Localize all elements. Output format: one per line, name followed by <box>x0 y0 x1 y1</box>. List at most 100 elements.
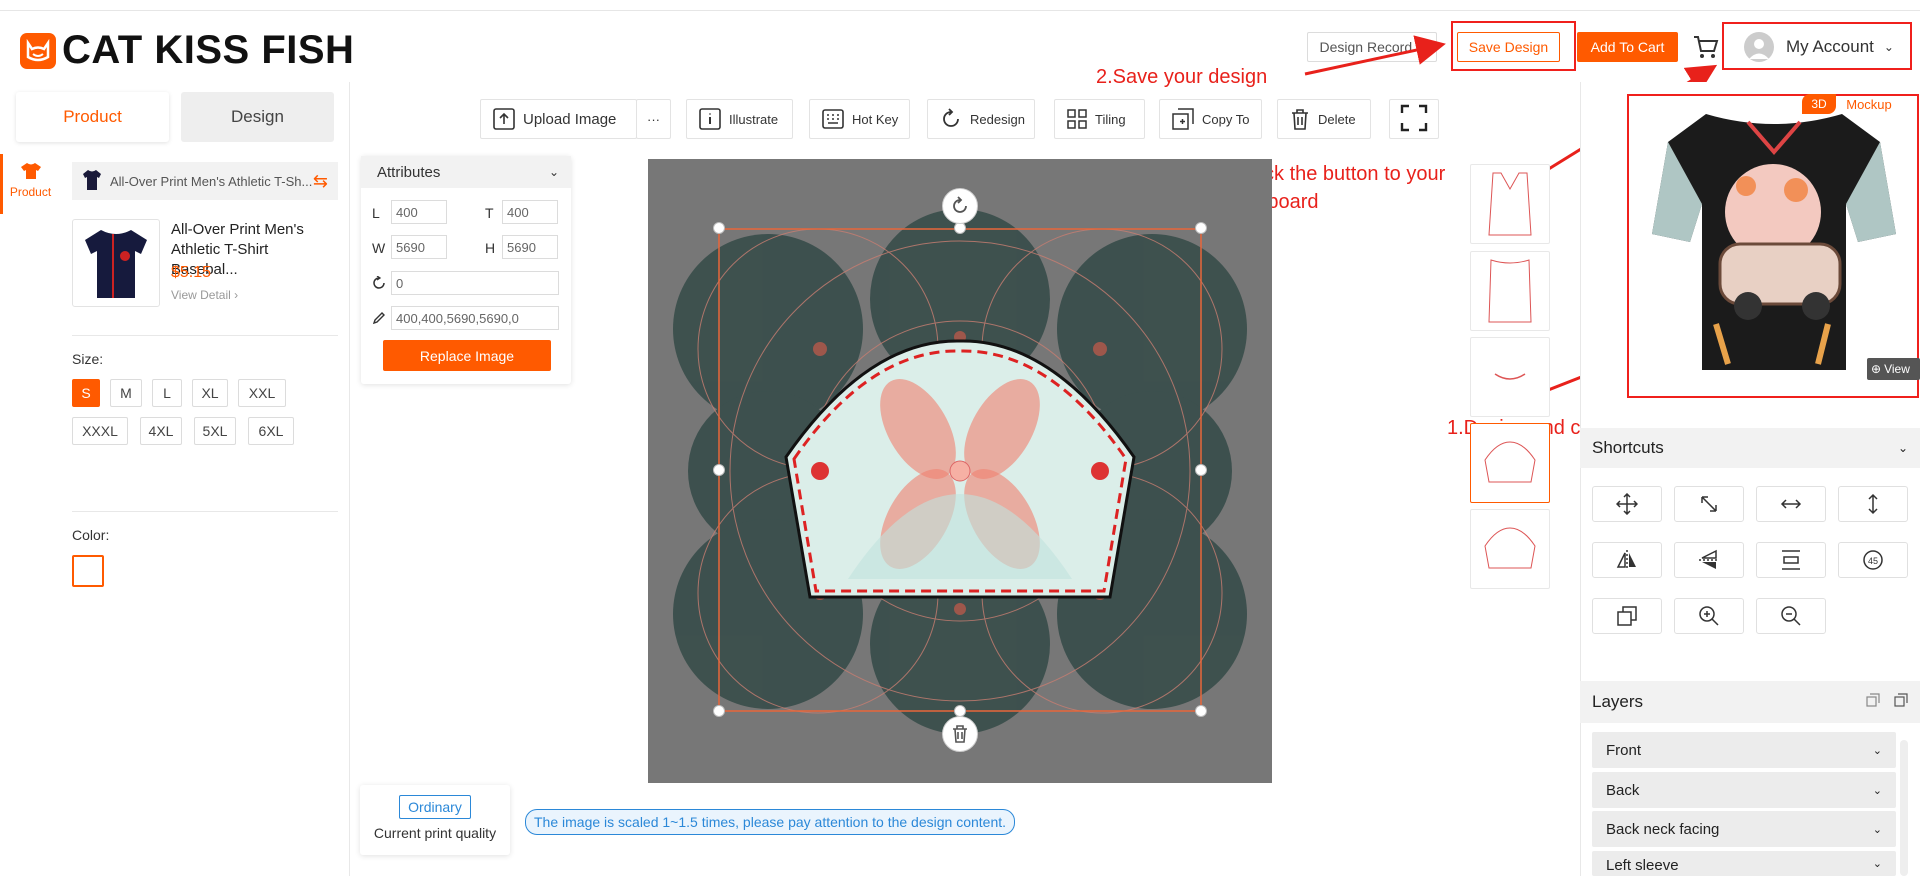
shortcuts-header[interactable]: Shortcuts ⌄ <box>1580 428 1920 468</box>
delete-button[interactable]: Delete <box>1277 99 1371 139</box>
tiling-button[interactable]: Tiling <box>1054 99 1145 139</box>
layer-back-neck-facing[interactable]: Back neck facing ⌄ <box>1592 811 1896 847</box>
move-icon[interactable] <box>1592 486 1662 522</box>
layers-header: Layers <box>1580 681 1920 723</box>
size-option-xxl[interactable]: XXL <box>238 379 286 407</box>
side-nav-product[interactable]: Product <box>0 154 58 214</box>
swap-icon[interactable]: ⇆ <box>313 171 328 192</box>
product-select-label: All-Over Print Men's Athletic T-Sh... <box>110 173 313 189</box>
fit-width-icon[interactable] <box>1756 486 1826 522</box>
shirt-icon <box>20 162 42 183</box>
size-option-m[interactable]: M <box>110 379 142 407</box>
divider <box>72 511 338 512</box>
duplicate-icon[interactable] <box>1592 598 1662 634</box>
piece-thumb-front[interactable] <box>1470 164 1550 244</box>
zoom-out-icon[interactable] <box>1756 598 1826 634</box>
attributes-header[interactable]: Attributes ⌄ <box>361 156 571 188</box>
hot-key-button[interactable]: Hot Key <box>809 99 910 139</box>
keyboard-icon <box>822 108 844 130</box>
height-input[interactable]: 5690 <box>502 235 558 259</box>
trash-icon <box>1290 108 1310 130</box>
top-input[interactable]: 400 <box>502 200 558 224</box>
resize-handle[interactable] <box>1195 464 1207 476</box>
product-selector[interactable]: All-Over Print Men's Athletic T-Sh... ⇆ <box>72 162 338 200</box>
rotate-handle-icon[interactable] <box>942 188 978 224</box>
flip-vertical-icon[interactable] <box>1674 542 1744 578</box>
replace-image-button[interactable]: Replace Image <box>383 340 551 371</box>
size-option-xxxl[interactable]: XXXL <box>72 417 128 445</box>
width-input[interactable]: 5690 <box>391 235 447 259</box>
piece-thumb-back[interactable] <box>1470 251 1550 331</box>
piece-thumb-left-sleeve[interactable] <box>1470 423 1550 503</box>
delete-label: Delete <box>1318 111 1356 127</box>
view-label: View <box>1884 362 1910 376</box>
redesign-label: Redesign <box>970 111 1025 127</box>
fullscreen-button[interactable] <box>1389 99 1439 139</box>
pattern-artwork <box>673 209 1247 734</box>
mockup-tab[interactable]: Mockup <box>1836 94 1902 114</box>
layers-title: Layers <box>1592 692 1644 711</box>
chevron-down-icon: ⌄ <box>1897 441 1908 455</box>
shirt-mockup-preview[interactable] <box>1628 94 1918 398</box>
upload-image-button[interactable]: Upload Image <box>480 99 637 139</box>
size-option-xl[interactable]: XL <box>192 379 228 407</box>
illustrate-label: Illustrate <box>729 111 779 127</box>
tab-design[interactable]: Design <box>181 92 334 142</box>
view-button[interactable]: ⊕ View <box>1867 358 1920 380</box>
fit-height-icon[interactable] <box>1838 486 1908 522</box>
chevron-right-icon: › <box>234 288 239 302</box>
redesign-button[interactable]: Redesign <box>927 99 1035 139</box>
view-detail-label: View Detail <box>171 288 231 302</box>
resize-handle[interactable] <box>713 464 725 476</box>
view-detail-link[interactable]: View Detail › <box>171 288 238 302</box>
layer-left-sleeve[interactable]: Left sleeve ⌄ <box>1592 851 1896 876</box>
layers-scrollbar[interactable] <box>1900 740 1908 876</box>
size-option-5xl[interactable]: 5XL <box>194 417 236 445</box>
layer-front[interactable]: Front ⌄ <box>1592 732 1896 768</box>
pen-icon <box>372 311 386 330</box>
align-center-icon[interactable] <box>1756 542 1826 578</box>
size-option-4xl[interactable]: 4XL <box>140 417 182 445</box>
chevron-down-icon: ⌄ <box>1872 858 1882 870</box>
fit-diagonal-icon[interactable] <box>1674 486 1744 522</box>
rotate-45-icon[interactable]: 45 <box>1838 542 1908 578</box>
svg-text:45: 45 <box>1868 556 1878 566</box>
design-canvas[interactable] <box>648 159 1272 783</box>
chevron-down-icon: ⌄ <box>1872 744 1882 757</box>
divider <box>72 335 338 336</box>
more-options-button[interactable]: ··· <box>636 99 671 139</box>
fullscreen-icon <box>1400 104 1428 135</box>
flip-horizontal-icon[interactable] <box>1592 542 1662 578</box>
collapse-layers-icon[interactable] <box>1866 692 1880 712</box>
size-option-6xl[interactable]: 6XL <box>248 417 294 445</box>
zoom-in-icon[interactable] <box>1674 598 1744 634</box>
layer-back[interactable]: Back ⌄ <box>1592 772 1896 808</box>
resize-handle[interactable] <box>713 222 725 234</box>
3d-badge[interactable]: 3D <box>1802 94 1836 114</box>
color-label: Color: <box>72 527 110 543</box>
rect-input[interactable]: 400,400,5690,5690,0 <box>391 306 559 330</box>
piece-thumb-right-sleeve[interactable] <box>1470 509 1550 589</box>
layer-label: Back <box>1606 781 1640 799</box>
left-input[interactable]: 400 <box>391 200 447 224</box>
tab-product[interactable]: Product <box>16 92 169 142</box>
scale-notice: The image is scaled 1~1.5 times, please … <box>525 809 1016 835</box>
product-mini-icon <box>82 169 102 194</box>
color-swatch[interactable] <box>72 555 104 587</box>
resize-handle[interactable] <box>1195 222 1207 234</box>
size-option-s[interactable]: S <box>72 379 100 407</box>
illustrate-button[interactable]: Illustrate <box>686 99 793 139</box>
delete-layer-icon[interactable] <box>942 716 978 752</box>
expand-layers-icon[interactable] <box>1894 692 1908 712</box>
resize-handle[interactable] <box>713 705 725 717</box>
quality-badge: Ordinary <box>399 795 471 819</box>
rotation-input[interactable]: 0 <box>391 271 559 295</box>
size-option-l[interactable]: L <box>152 379 182 407</box>
left-label: L <box>372 205 380 221</box>
more-icon: ··· <box>647 111 660 127</box>
print-quality-card: Ordinary Current print quality <box>360 785 510 855</box>
product-thumbnail[interactable] <box>72 219 160 307</box>
piece-thumb-neck[interactable] <box>1470 337 1550 417</box>
resize-handle[interactable] <box>1195 705 1207 717</box>
copy-to-button[interactable]: Copy To <box>1159 99 1262 139</box>
